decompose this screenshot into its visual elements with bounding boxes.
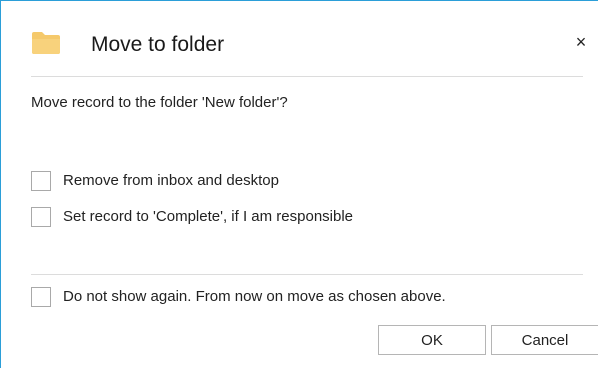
ok-button[interactable]: OK <box>378 325 486 355</box>
remove-from-inbox-label[interactable]: Remove from inbox and desktop <box>63 171 279 191</box>
set-complete-checkbox[interactable] <box>31 207 51 227</box>
title-divider <box>31 76 583 77</box>
title-bar: Move to folder × <box>1 1 598 73</box>
folder-icon <box>31 31 61 55</box>
close-button[interactable]: × <box>571 31 591 53</box>
cancel-button[interactable]: Cancel <box>491 325 598 355</box>
move-to-folder-dialog: Move to folder × Move record to the fold… <box>0 0 598 368</box>
options-divider <box>31 274 583 275</box>
dialog-title: Move to folder <box>91 33 225 56</box>
do-not-show-again-label[interactable]: Do not show again. From now on move as c… <box>63 287 446 307</box>
remove-from-inbox-checkbox[interactable] <box>31 171 51 191</box>
remove-from-inbox-option[interactable]: Remove from inbox and desktop <box>31 170 279 192</box>
set-complete-option[interactable]: Set record to 'Complete', if I am respon… <box>31 206 353 228</box>
do-not-show-again-checkbox[interactable] <box>31 287 51 307</box>
do-not-show-again-option[interactable]: Do not show again. From now on move as c… <box>31 286 446 308</box>
question-text: Move record to the folder 'New folder'? <box>31 94 288 111</box>
set-complete-label[interactable]: Set record to 'Complete', if I am respon… <box>63 207 353 227</box>
